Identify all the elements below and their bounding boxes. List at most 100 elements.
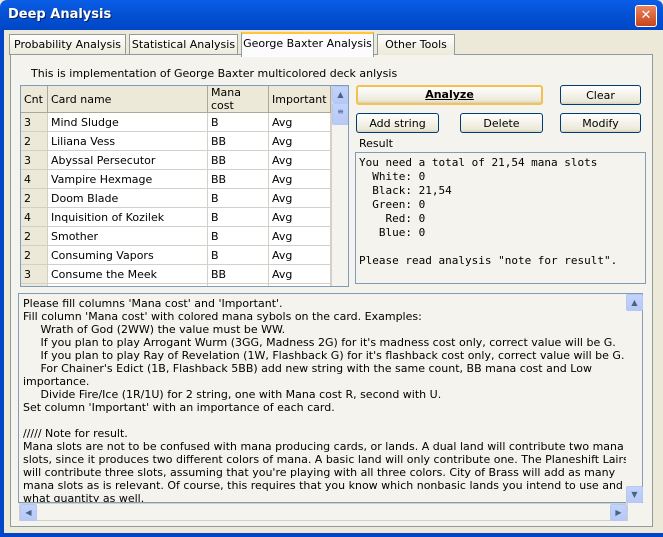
notes-vertical-scrollbar[interactable]: ▲ ▼ (626, 294, 643, 503)
column-header-cnt[interactable]: Cnt (21, 86, 48, 113)
cell-card-name[interactable]: Abyssal Persecutor (47, 150, 208, 170)
note-line: Set column 'Important' with an importanc… (23, 401, 335, 414)
notes-text[interactable]: Please fill columns 'Mana cost' and 'Imp… (18, 293, 643, 503)
table-row[interactable]: 3 Consume the Meek BB Avg (21, 264, 331, 284)
cell-mana-cost[interactable]: B (207, 112, 269, 132)
cell-mana-cost[interactable]: BB (207, 150, 269, 170)
result-line: You need a total of 21,54 mana slots (359, 156, 598, 169)
cell-card-name[interactable]: Mind Sludge (47, 112, 208, 132)
note-line: Fill column 'Mana cost' with colored man… (23, 310, 422, 323)
scroll-up-icon[interactable]: ▲ (332, 86, 348, 103)
cell-mana-cost[interactable]: BB (207, 131, 269, 151)
cell-cnt[interactable]: 3 (21, 112, 48, 132)
cell-important[interactable]: Avg (268, 264, 331, 284)
cell-cnt[interactable]: 3 (21, 150, 48, 170)
cell-important[interactable]: Avg (268, 112, 331, 132)
title-bar: Deep Analysis ✕ (0, 0, 663, 30)
result-line: Red: 0 (359, 212, 426, 225)
cell-card-name[interactable]: Smother (47, 226, 208, 246)
cell-cnt[interactable]: 2 (21, 226, 48, 246)
column-header-mana-cost[interactable]: Mana cost (207, 86, 269, 113)
cell-mana-cost[interactable]: B (207, 226, 269, 246)
cell-card-name[interactable]: Consuming Vapors (47, 245, 208, 265)
table-row[interactable]: 4 Inquisition of Kozilek B Avg (21, 207, 331, 227)
tab-probability-analysis[interactable]: Probability Analysis (9, 34, 126, 55)
table-row[interactable]: 4 Vampire Hexmage BB Avg (21, 169, 331, 189)
clear-button[interactable]: Clear (560, 85, 641, 105)
scroll-down-icon[interactable]: ▼ (626, 486, 643, 503)
result-output[interactable]: You need a total of 21,54 mana slots Whi… (355, 152, 646, 284)
scroll-left-icon[interactable]: ◀ (20, 504, 37, 521)
table-row[interactable]: 2 Consuming Vapors B Avg (21, 245, 331, 265)
cell-cnt[interactable]: 2 (21, 188, 48, 208)
close-button[interactable]: ✕ (635, 5, 657, 27)
result-line (359, 240, 642, 254)
result-line: Green: 0 (359, 198, 426, 211)
result-line: Blue: 0 (359, 226, 426, 239)
cell-card-name[interactable]: Consume the Meek (47, 264, 208, 284)
cell-card-name[interactable]: Vampire Hexmage (47, 169, 208, 189)
table-row[interactable]: 3 Mind Sludge B Avg (21, 112, 331, 132)
cell-card-name[interactable]: Inquisition of Kozilek (47, 207, 208, 227)
table-row[interactable]: 3 Abyssal Persecutor BB Avg (21, 150, 331, 170)
cell-mana-cost[interactable]: B (207, 283, 269, 286)
grid-vertical-scrollbar[interactable]: ▲ ≡ (331, 86, 348, 286)
cell-important[interactable]: Avg (268, 188, 331, 208)
cell-mana-cost[interactable]: B (207, 207, 269, 227)
table-row[interactable]: 2 Doom Blade B Avg (21, 188, 331, 208)
description-text: This is implementation of George Baxter … (31, 67, 398, 80)
result-line: Please read analysis "note for result". (359, 254, 618, 267)
table-row[interactable]: 2 Liliana Vess BB Avg (21, 131, 331, 151)
cell-card-name[interactable] (47, 283, 208, 286)
cell-important[interactable]: Avg (268, 226, 331, 246)
analyze-button[interactable]: Analyze (356, 85, 543, 105)
cell-important[interactable]: Avg (268, 283, 331, 286)
cell-cnt[interactable]: 2 (21, 245, 48, 265)
cell-important[interactable]: Avg (268, 245, 331, 265)
cell-important[interactable]: Avg (268, 150, 331, 170)
column-header-card-name[interactable]: Card name (47, 86, 208, 113)
note-line: If you plan to play Ray of Revelation (1… (23, 349, 625, 362)
scroll-right-icon[interactable]: ▶ (610, 504, 627, 521)
cell-cnt[interactable]: 3 (21, 264, 48, 284)
cell-cnt[interactable]: 4 (21, 169, 48, 189)
delete-button[interactable]: Delete (460, 113, 543, 133)
note-line: ///// Note for result. (23, 427, 128, 440)
note-line (23, 414, 638, 427)
cell-cnt[interactable]: 2 (21, 131, 48, 151)
note-line: Mana slots are not to be confused with m… (23, 440, 636, 503)
table-row[interactable]: 4 BAvg (21, 283, 331, 286)
note-line: If you plan to play Arrogant Wurm (3GG, … (23, 336, 616, 349)
result-line: Black: 21,54 (359, 184, 452, 197)
grid-header-row: Cnt Card name Mana cost Important (21, 86, 331, 113)
cell-cnt[interactable]: 4 (21, 207, 48, 227)
table-row[interactable]: 2 Smother B Avg (21, 226, 331, 246)
cell-important[interactable]: Avg (268, 169, 331, 189)
result-label: Result (359, 137, 393, 150)
tab-george-baxter-analysis[interactable]: George Baxter Analysis (241, 32, 374, 57)
cell-cnt[interactable]: 4 (21, 283, 48, 286)
notes-horizontal-scrollbar[interactable]: ◀ ▶ (19, 503, 628, 521)
note-line: Divide Fire/Ice (1R/1U) for 2 string, on… (23, 388, 442, 401)
cell-mana-cost[interactable]: B (207, 188, 269, 208)
note-line: For Chainer's Edict (1B, Flashback 5BB) … (23, 362, 596, 388)
cell-mana-cost[interactable]: BB (207, 169, 269, 189)
cell-card-name[interactable]: Liliana Vess (47, 131, 208, 151)
tab-statistical-analysis[interactable]: Statistical Analysis (129, 34, 238, 55)
window-title: Deep Analysis (8, 7, 112, 22)
scroll-thumb[interactable]: ≡ (332, 103, 348, 125)
cell-important[interactable]: Avg (268, 131, 331, 151)
note-line: Wrath of God (2WW) the value must be WW. (23, 323, 286, 336)
cell-card-name[interactable]: Doom Blade (47, 188, 208, 208)
card-grid[interactable]: Cnt Card name Mana cost Important 3 Mind … (20, 85, 349, 287)
note-line: Please fill columns 'Mana cost' and 'Imp… (23, 297, 283, 310)
close-icon: ✕ (640, 8, 652, 23)
modify-button[interactable]: Modify (560, 113, 641, 133)
cell-mana-cost[interactable]: BB (207, 264, 269, 284)
tab-other-tools[interactable]: Other Tools (377, 34, 455, 55)
cell-important[interactable]: Avg (268, 207, 331, 227)
column-header-important[interactable]: Important (268, 86, 331, 113)
add-string-button[interactable]: Add string (356, 113, 439, 133)
cell-mana-cost[interactable]: B (207, 245, 269, 265)
scroll-up-icon[interactable]: ▲ (626, 294, 643, 311)
